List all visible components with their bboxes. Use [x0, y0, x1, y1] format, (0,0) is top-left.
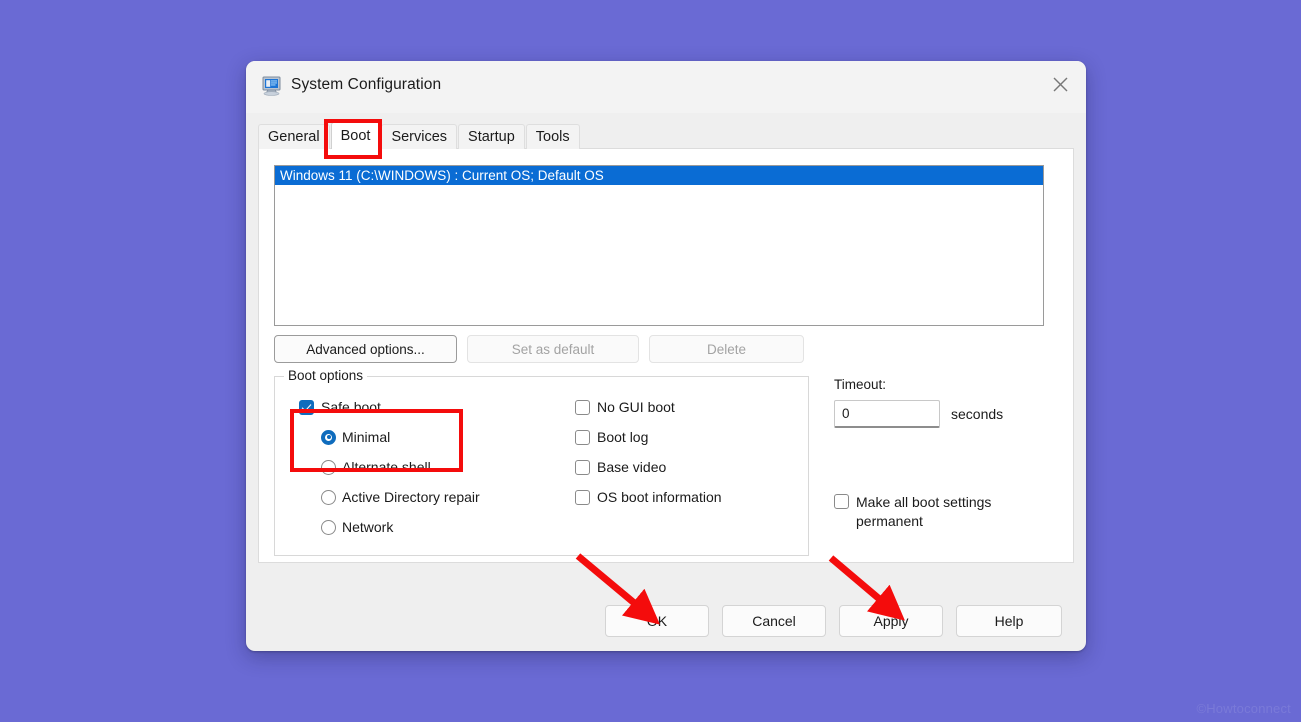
apply-button[interactable]: Apply: [839, 605, 943, 637]
tab-boot[interactable]: Boot: [330, 122, 381, 149]
help-button[interactable]: Help: [956, 605, 1062, 637]
timeout-label: Timeout:: [834, 377, 887, 392]
option-label: Base video: [597, 459, 667, 475]
radio-icon: [321, 519, 336, 535]
radio-icon: [321, 459, 336, 475]
tab-label: Boot: [340, 128, 371, 144]
window-title: System Configuration: [291, 76, 442, 93]
checkbox-icon: [575, 459, 590, 475]
button-label: OK: [646, 613, 668, 629]
safe-boot-minimal-radio[interactable]: Minimal: [321, 429, 390, 445]
ok-button[interactable]: OK: [605, 605, 709, 637]
button-label: Cancel: [752, 613, 796, 629]
make-boot-settings-permanent-checkbox[interactable]: Make all boot settings permanent: [834, 493, 1049, 531]
option-label: Minimal: [342, 429, 391, 445]
tab-label: Tools: [535, 129, 570, 145]
option-label: OS boot information: [597, 489, 722, 505]
tab-label: Services: [391, 129, 448, 145]
boot-tab-panel: Windows 11 (C:\WINDOWS) : Current OS; De…: [258, 148, 1074, 563]
safe-boot-checkbox[interactable]: Safe boot: [299, 399, 381, 415]
cancel-button[interactable]: Cancel: [722, 605, 826, 637]
option-label: Make all boot settings permanent: [856, 494, 992, 529]
checkbox-icon: [834, 494, 849, 509]
button-label: Help: [994, 613, 1024, 629]
timeout-input[interactable]: 0: [834, 400, 940, 428]
option-label: Boot log: [597, 429, 649, 445]
tab-tools[interactable]: Tools: [525, 124, 580, 149]
radio-icon: [321, 429, 336, 445]
safe-boot-active-directory-repair-radio[interactable]: Active Directory repair: [321, 489, 480, 505]
os-boot-information-checkbox[interactable]: OS boot information: [575, 489, 722, 505]
safe-boot-network-radio[interactable]: Network: [321, 519, 393, 535]
timeout-units-label: seconds: [951, 406, 1004, 422]
no-gui-boot-checkbox[interactable]: No GUI boot: [575, 399, 675, 415]
checkbox-icon: [575, 429, 590, 445]
option-label: Active Directory repair: [342, 489, 480, 505]
tab-services[interactable]: Services: [381, 124, 458, 149]
os-entries-listbox[interactable]: Windows 11 (C:\WINDOWS) : Current OS; De…: [274, 165, 1044, 326]
boot-options-legend: Boot options: [284, 368, 368, 383]
tab-general[interactable]: General: [258, 124, 330, 149]
safe-boot-alternate-shell-radio[interactable]: Alternate shell: [321, 459, 431, 475]
watermark: ©Howtoconnect: [1196, 701, 1291, 716]
delete-button[interactable]: Delete: [649, 335, 804, 363]
base-video-checkbox[interactable]: Base video: [575, 459, 666, 475]
system-configuration-icon: [262, 76, 284, 97]
set-as-default-button[interactable]: Set as default: [467, 335, 639, 363]
tab-label: General: [268, 129, 320, 145]
button-label: Advanced options...: [306, 341, 425, 357]
boot-log-checkbox[interactable]: Boot log: [575, 429, 648, 445]
option-label: Network: [342, 519, 394, 535]
system-configuration-window: System Configuration General Boot Servic…: [246, 61, 1086, 651]
button-label: Delete: [706, 341, 747, 357]
option-label: No GUI boot: [597, 399, 675, 415]
title-bar: System Configuration: [246, 61, 1086, 113]
option-label: Alternate shell: [342, 459, 431, 475]
tab-startup[interactable]: Startup: [458, 124, 525, 149]
advanced-options-button[interactable]: Advanced options...: [274, 335, 457, 363]
tab-strip: General Boot Services Startup Tools: [258, 122, 581, 149]
button-label: Apply: [873, 613, 909, 629]
close-icon[interactable]: [1034, 61, 1086, 107]
boot-options-group: Boot options Safe boot Minimal Alternate…: [274, 368, 809, 556]
checkbox-icon: [575, 399, 590, 415]
checkbox-icon: [299, 399, 314, 415]
option-label: Safe boot: [321, 399, 381, 415]
radio-icon: [321, 489, 336, 505]
list-item[interactable]: Windows 11 (C:\WINDOWS) : Current OS; De…: [275, 166, 1043, 185]
tab-label: Startup: [468, 129, 515, 145]
button-label: Set as default: [511, 341, 595, 357]
checkbox-icon: [575, 489, 590, 505]
